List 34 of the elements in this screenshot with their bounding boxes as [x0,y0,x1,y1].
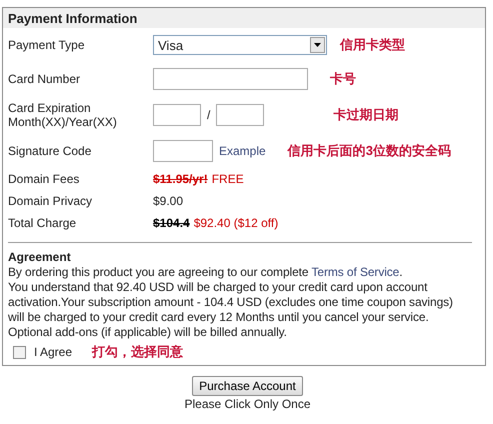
annotation: 卡过期日期 [333,106,398,124]
price: $9.00 [153,194,184,208]
old-price: $11.95/yr! [153,172,208,186]
annotation: 信用卡后面的3位数的安全码 [288,142,451,160]
old-price: $104.4 [153,216,190,230]
field-label: Payment Type [8,38,86,52]
panel-title: Payment Information [3,8,485,28]
agree-checkbox[interactable] [13,346,26,358]
annotation: 打勾，选择同意 [92,343,184,361]
separator: / [207,108,210,122]
terms-link[interactable]: Terms of Service [312,265,400,279]
example-link[interactable]: Example [219,144,266,158]
signature-code-field[interactable] [153,140,213,162]
annotation: 卡号 [330,70,356,88]
agreement-title: Agreement [8,250,72,265]
field-label: Domain Privacy [8,194,94,208]
payment-type-select[interactable]: Visa [153,35,327,55]
field-label: Domain Fees [8,172,80,186]
agreement-text: By ordering this product you are agreeing to our complete Terms of Service. You understand that 92.40 USD will be charged to your credit card upon account activation.Your subscription amount - 104.4 USD (excludes one time coupon savings) will be charged to your credit card every 12 Months until you cancel your service. Optional add-ons (if applicable) will be billed annually. [8,265,454,340]
caret-icon[interactable] [310,37,325,53]
field-label: Card Number [8,72,82,86]
field-label: Total Charge [8,216,78,230]
new-price: FREE [212,172,244,186]
field-label: Month(XX)/Year(XX) [8,115,118,129]
new-price: $92.40 ($12 off) [194,216,278,230]
annotation: 信用卡类型 [340,36,405,54]
checkbox-label: I Agree [34,345,72,359]
caption: Please Click Only Once [184,397,311,411]
field-label: Signature Code [8,144,92,158]
purchase-button[interactable]: Purchase Account [192,376,303,396]
field-label: Card Expiration [8,101,92,115]
month-field[interactable] [153,104,201,126]
year-field[interactable] [216,104,264,126]
card-number-field[interactable] [153,68,308,90]
